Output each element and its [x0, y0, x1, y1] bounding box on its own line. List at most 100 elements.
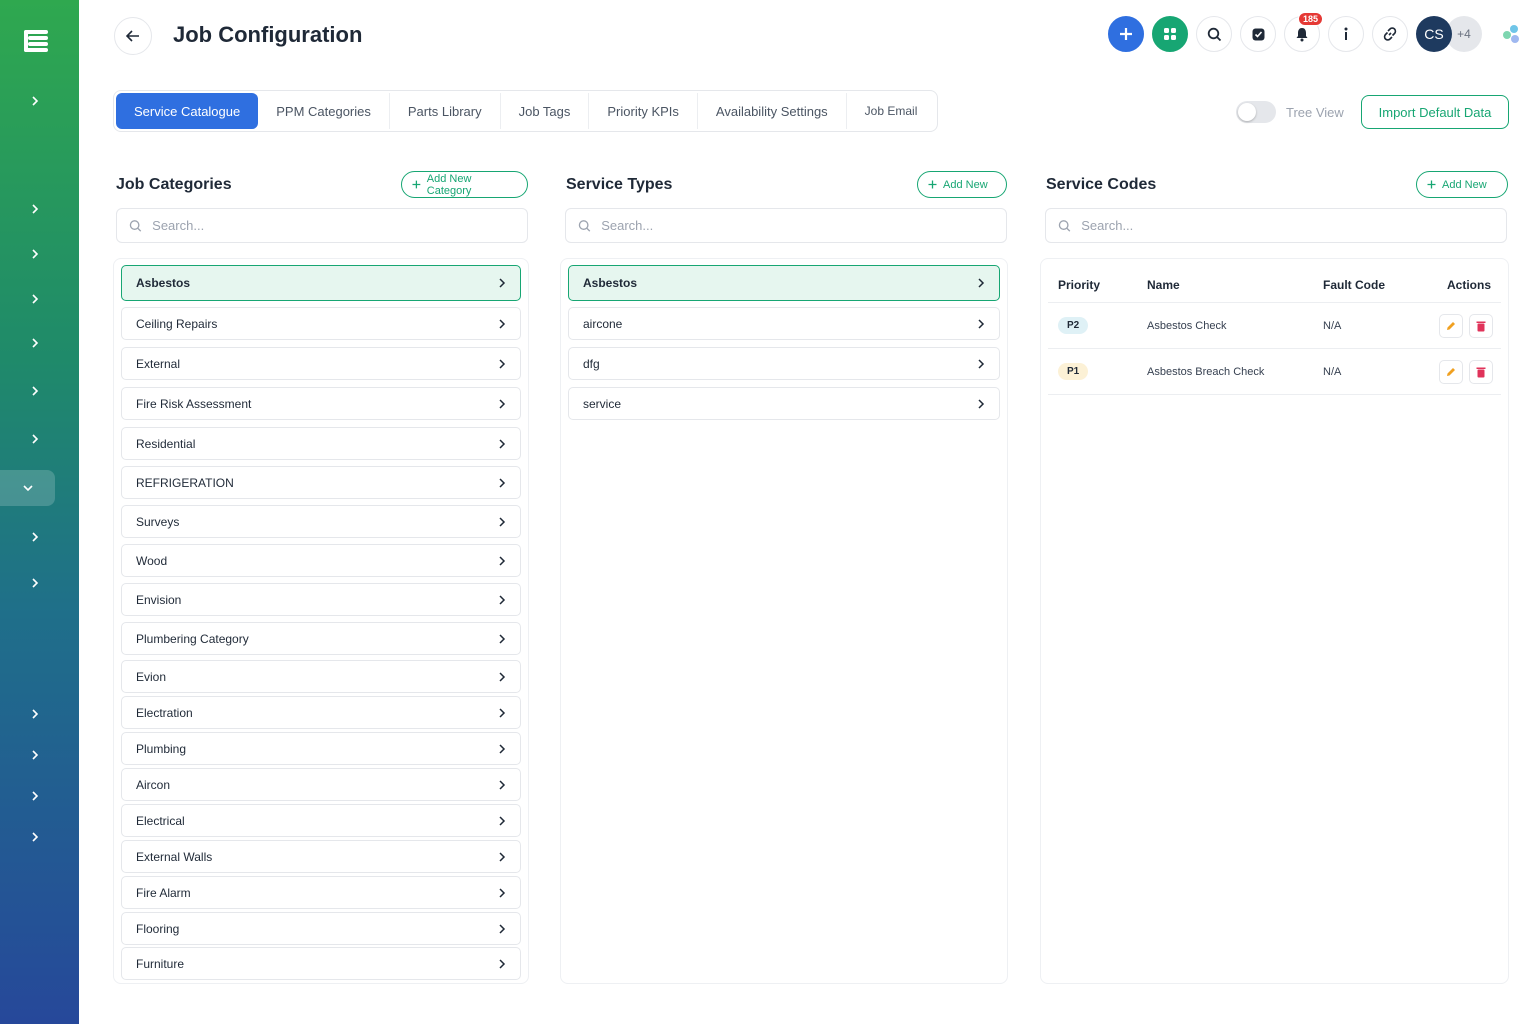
tab-service-catalogue[interactable]: Service Catalogue — [116, 93, 259, 129]
tree-view-toggle[interactable]: Tree View — [1236, 101, 1344, 123]
service-code-name: Asbestos Check — [1147, 319, 1227, 332]
list-item[interactable]: Fire Alarm — [121, 876, 521, 909]
list-item[interactable]: Envision — [121, 583, 521, 616]
chevron-right-icon — [975, 318, 987, 330]
info-button[interactable] — [1328, 16, 1364, 52]
list-item-label: Ceiling Repairs — [136, 316, 218, 331]
chevron-right-icon — [975, 277, 987, 289]
job-categories-title: Job Categories — [116, 176, 232, 193]
apps-icon — [1164, 28, 1176, 40]
list-item[interactable]: Electrical — [121, 804, 521, 837]
service-codes-search-input[interactable] — [1081, 218, 1494, 233]
sidebar-expand-icon[interactable] — [26, 746, 44, 764]
list-item[interactable]: Fire Risk Assessment — [121, 387, 521, 420]
list-item[interactable]: Ceiling Repairs — [121, 307, 521, 340]
sidebar-item-active[interactable] — [0, 470, 55, 506]
sidebar-expand-icon[interactable] — [26, 92, 44, 110]
tab-priority-kpis[interactable]: Priority KPIs — [589, 93, 698, 129]
sidebar-expand-icon[interactable] — [26, 430, 44, 448]
add-new-category-button[interactable]: Add New Category — [401, 171, 528, 198]
tab-job-tags[interactable]: Job Tags — [501, 93, 590, 129]
tree-view-switch[interactable] — [1236, 101, 1276, 123]
service-types-list: Asbestos aircone dfg service — [560, 258, 1008, 984]
tab-job-email[interactable]: Job Email — [847, 93, 936, 129]
list-item[interactable]: Plumbering Category — [121, 622, 521, 655]
plus-icon — [928, 180, 937, 189]
sidebar-expand-icon[interactable] — [26, 245, 44, 263]
add-new-category-label: Add New Category — [426, 172, 472, 197]
plus-icon — [412, 180, 421, 189]
list-item[interactable]: Furniture — [121, 947, 521, 980]
chevron-right-icon — [496, 779, 508, 791]
chevron-right-icon — [496, 516, 508, 528]
avatar-group[interactable]: CS +4 — [1416, 16, 1482, 52]
list-item[interactable]: Surveys — [121, 505, 521, 538]
column-header-priority: Priority — [1058, 277, 1101, 292]
list-item-label: dfg — [583, 356, 600, 371]
list-item[interactable]: Electration — [121, 696, 521, 729]
back-button[interactable] — [114, 17, 152, 55]
list-item[interactable]: Asbestos — [121, 265, 521, 301]
add-new-service-type-button[interactable]: Add New — [917, 171, 1007, 198]
list-item[interactable]: Plumbing — [121, 732, 521, 765]
sidebar-expand-icon[interactable] — [26, 382, 44, 400]
chevron-right-icon — [496, 707, 508, 719]
sidebar-expand-icon[interactable] — [26, 574, 44, 592]
list-item[interactable]: External — [121, 347, 521, 380]
list-item[interactable]: Flooring — [121, 912, 521, 945]
app-logo-icon[interactable] — [22, 26, 50, 54]
search-button[interactable] — [1196, 16, 1232, 52]
column-header-actions: Actions — [1446, 277, 1491, 292]
edit-button[interactable] — [1439, 313, 1463, 338]
notifications-button[interactable]: 185 — [1284, 12, 1323, 52]
sidebar-expand-icon[interactable] — [26, 200, 44, 218]
link-button[interactable] — [1372, 16, 1408, 52]
list-item[interactable]: Residential — [121, 427, 521, 460]
job-categories-search-input[interactable] — [152, 218, 515, 233]
tab-availability-settings[interactable]: Availability Settings — [698, 93, 847, 129]
edit-button[interactable] — [1439, 359, 1463, 384]
service-types-search-input[interactable] — [601, 218, 994, 233]
avatar[interactable]: CS — [1416, 16, 1452, 52]
sidebar-expand-icon[interactable] — [26, 290, 44, 308]
list-item[interactable]: Aircon — [121, 768, 521, 801]
list-item-label: Furniture — [136, 956, 185, 971]
apps-button[interactable] — [1152, 16, 1188, 52]
sidebar-expand-icon[interactable] — [26, 705, 44, 723]
create-button[interactable] — [1108, 16, 1144, 52]
list-item[interactable]: dfg — [568, 347, 1000, 380]
list-item[interactable]: Asbestos — [568, 265, 1000, 301]
list-item[interactable]: Wood — [121, 544, 521, 577]
list-item[interactable]: aircone — [568, 307, 1000, 340]
chevron-right-icon — [496, 958, 508, 970]
sidebar-expand-icon[interactable] — [26, 787, 44, 805]
list-item-label: Electrical — [136, 813, 185, 828]
list-item[interactable]: External Walls — [121, 840, 521, 873]
tab-parts-library[interactable]: Parts Library — [390, 93, 501, 129]
bell-icon — [1296, 28, 1308, 42]
service-codes-search[interactable] — [1045, 208, 1507, 243]
tab-ppm-categories[interactable]: PPM Categories — [258, 93, 390, 129]
sidebar-expand-icon[interactable] — [26, 528, 44, 546]
chevron-right-icon — [496, 923, 508, 935]
tasks-button[interactable] — [1240, 16, 1276, 52]
delete-button[interactable] — [1469, 313, 1493, 338]
list-item[interactable]: REFRIGERATION — [121, 466, 521, 499]
sidebar-expand-icon[interactable] — [26, 334, 44, 352]
service-types-search[interactable] — [565, 208, 1007, 243]
table-header: Priority Name Fault Code Actions — [1048, 267, 1501, 303]
sidebar-expand-icon[interactable] — [26, 828, 44, 846]
trash-icon — [1476, 321, 1486, 331]
checkbox-icon — [1252, 28, 1264, 40]
priority-badge: P2 — [1058, 317, 1089, 334]
delete-button[interactable] — [1469, 359, 1493, 384]
notification-badge: 185 — [1297, 12, 1323, 26]
list-item[interactable]: Evion — [121, 660, 521, 693]
add-new-service-code-button[interactable]: Add New — [1416, 171, 1508, 198]
service-types-title: Service Types — [566, 176, 673, 193]
pencil-icon — [1447, 367, 1455, 376]
list-item[interactable]: service — [568, 387, 1000, 420]
job-categories-search[interactable] — [116, 208, 528, 243]
tab-bar: Service Catalogue PPM Categories Parts L… — [113, 90, 939, 132]
import-default-data-button[interactable]: Import Default Data — [1361, 95, 1509, 129]
